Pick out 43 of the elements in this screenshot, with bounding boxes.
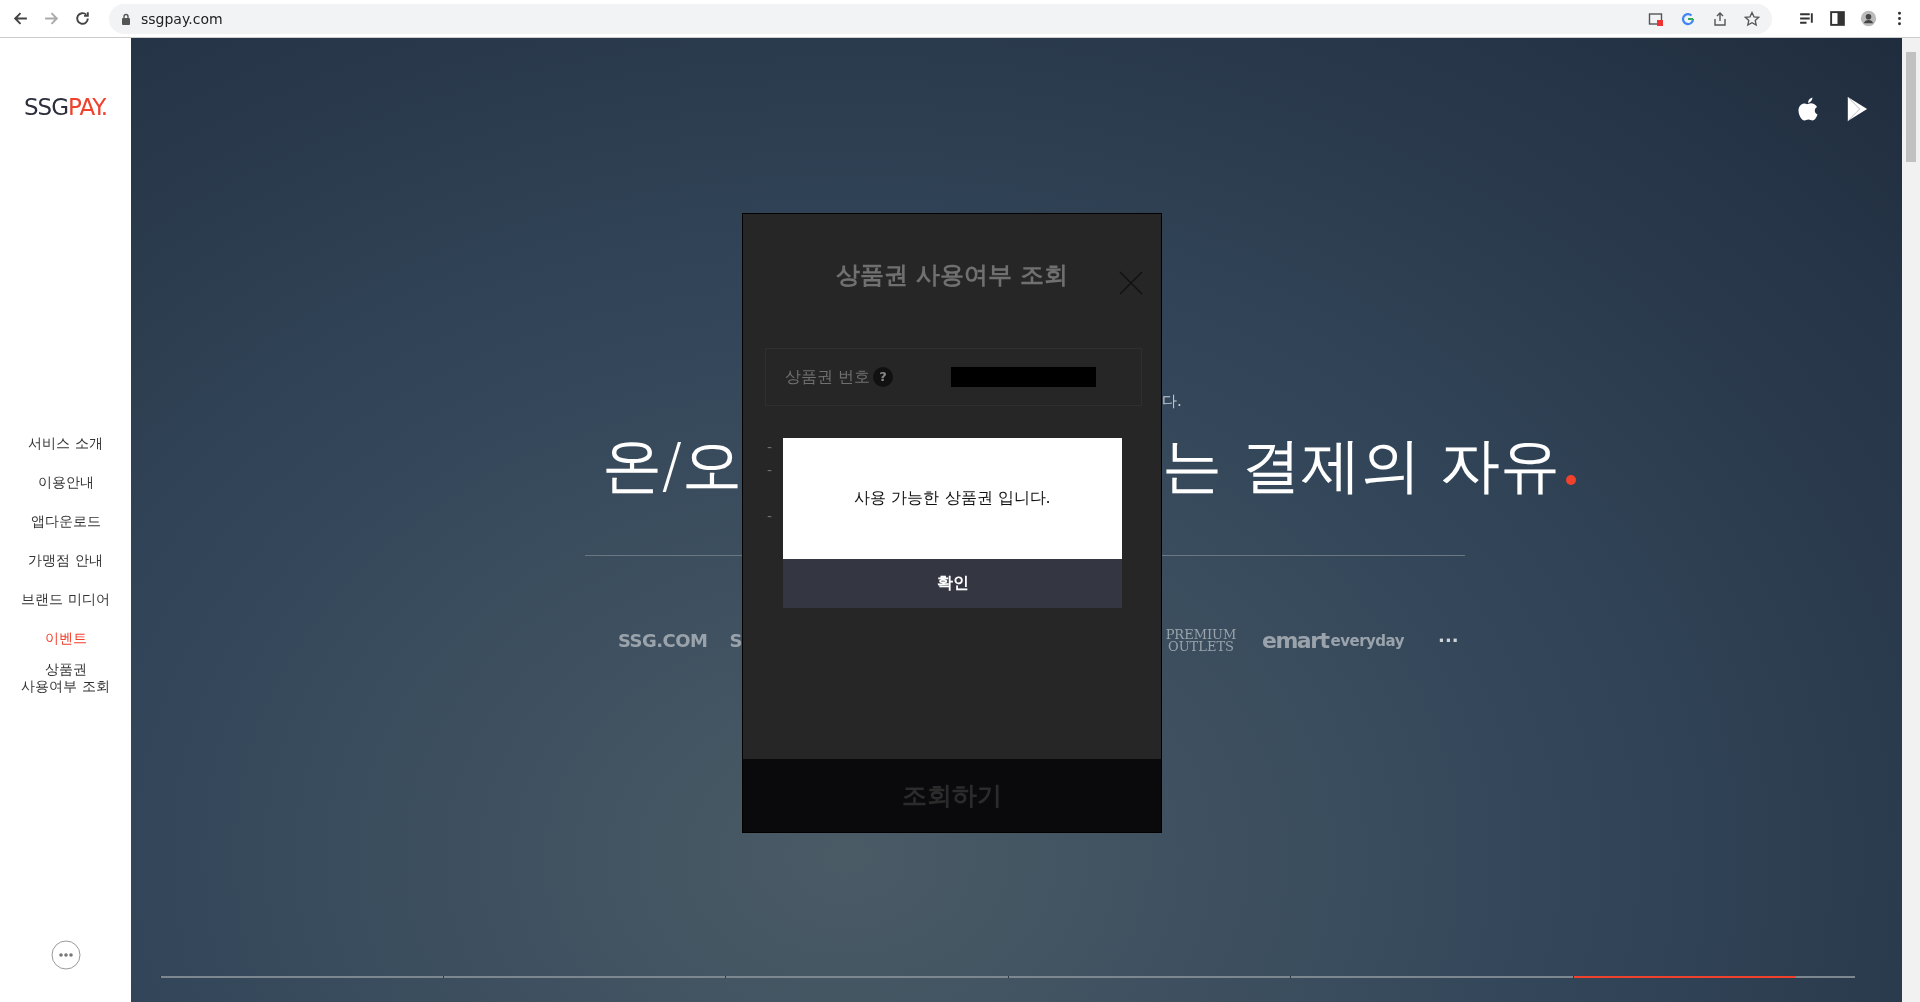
headline-text: 는 결제의 자유 [1162,429,1561,501]
brand-logo[interactable]: PREMIUM OUTLETS [1162,628,1240,653]
url-text: ssgpay.com [141,10,223,27]
dot-icon [1566,475,1577,485]
note-text: - [767,438,773,457]
more-brands-link[interactable]: ··· [1438,630,1459,651]
playlist-icon[interactable] [1798,10,1815,27]
star-icon[interactable] [1744,10,1760,27]
dialog-title: 상품권 사용여부 조회 [834,260,1070,291]
apple-icon[interactable] [1796,96,1820,124]
scrollbar[interactable] [1902,38,1920,1002]
address-bar[interactable]: ssgpay.com [109,3,1772,34]
screen-icon[interactable] [1648,10,1664,27]
field-label: 상품권 번호 [785,366,871,388]
scroll-thumb[interactable] [1906,52,1916,162]
tagline-text: 다. [1162,392,1183,411]
lock-icon[interactable] [121,12,131,25]
nav-item[interactable]: 이용안내 [37,463,94,502]
brand-logo[interactable]: emart [1262,628,1329,653]
nav-item[interactable]: 상품권 사용여부 조회 [20,661,111,695]
brand-logo[interactable]: SSG.COM [617,630,708,651]
brand-logo[interactable]: everyday [1330,631,1405,650]
nav-item[interactable]: 서비스 소개 [28,424,103,463]
help-icon[interactable]: ? [873,367,894,387]
profile-icon[interactable] [1860,10,1877,27]
logo[interactable]: SSGPAY. [23,94,108,120]
reload-icon[interactable] [74,10,91,27]
side-panel-icon[interactable] [1829,10,1846,27]
back-icon[interactable] [12,10,29,27]
voucher-field[interactable]: 상품권 번호 ? [765,348,1142,406]
nav-item[interactable]: 앱다운로드 [30,502,101,541]
note-text: - [767,461,773,480]
nav-item[interactable]: 브랜드 미디어 [21,580,110,619]
alert-message: 사용 가능한 상품권 입니다. [783,438,1122,559]
more-icon[interactable] [50,940,81,970]
g-icon[interactable] [1680,10,1696,27]
share-icon[interactable] [1712,10,1728,27]
play-store-icon[interactable] [1846,96,1868,122]
nav-item[interactable]: 가맹점 안내 [28,541,103,580]
headline-text: 온/오 [601,429,742,501]
note-text: - [767,507,773,526]
confirm-button[interactable]: 확인 [783,559,1122,608]
nav-item[interactable]: 이벤트 [44,619,87,658]
